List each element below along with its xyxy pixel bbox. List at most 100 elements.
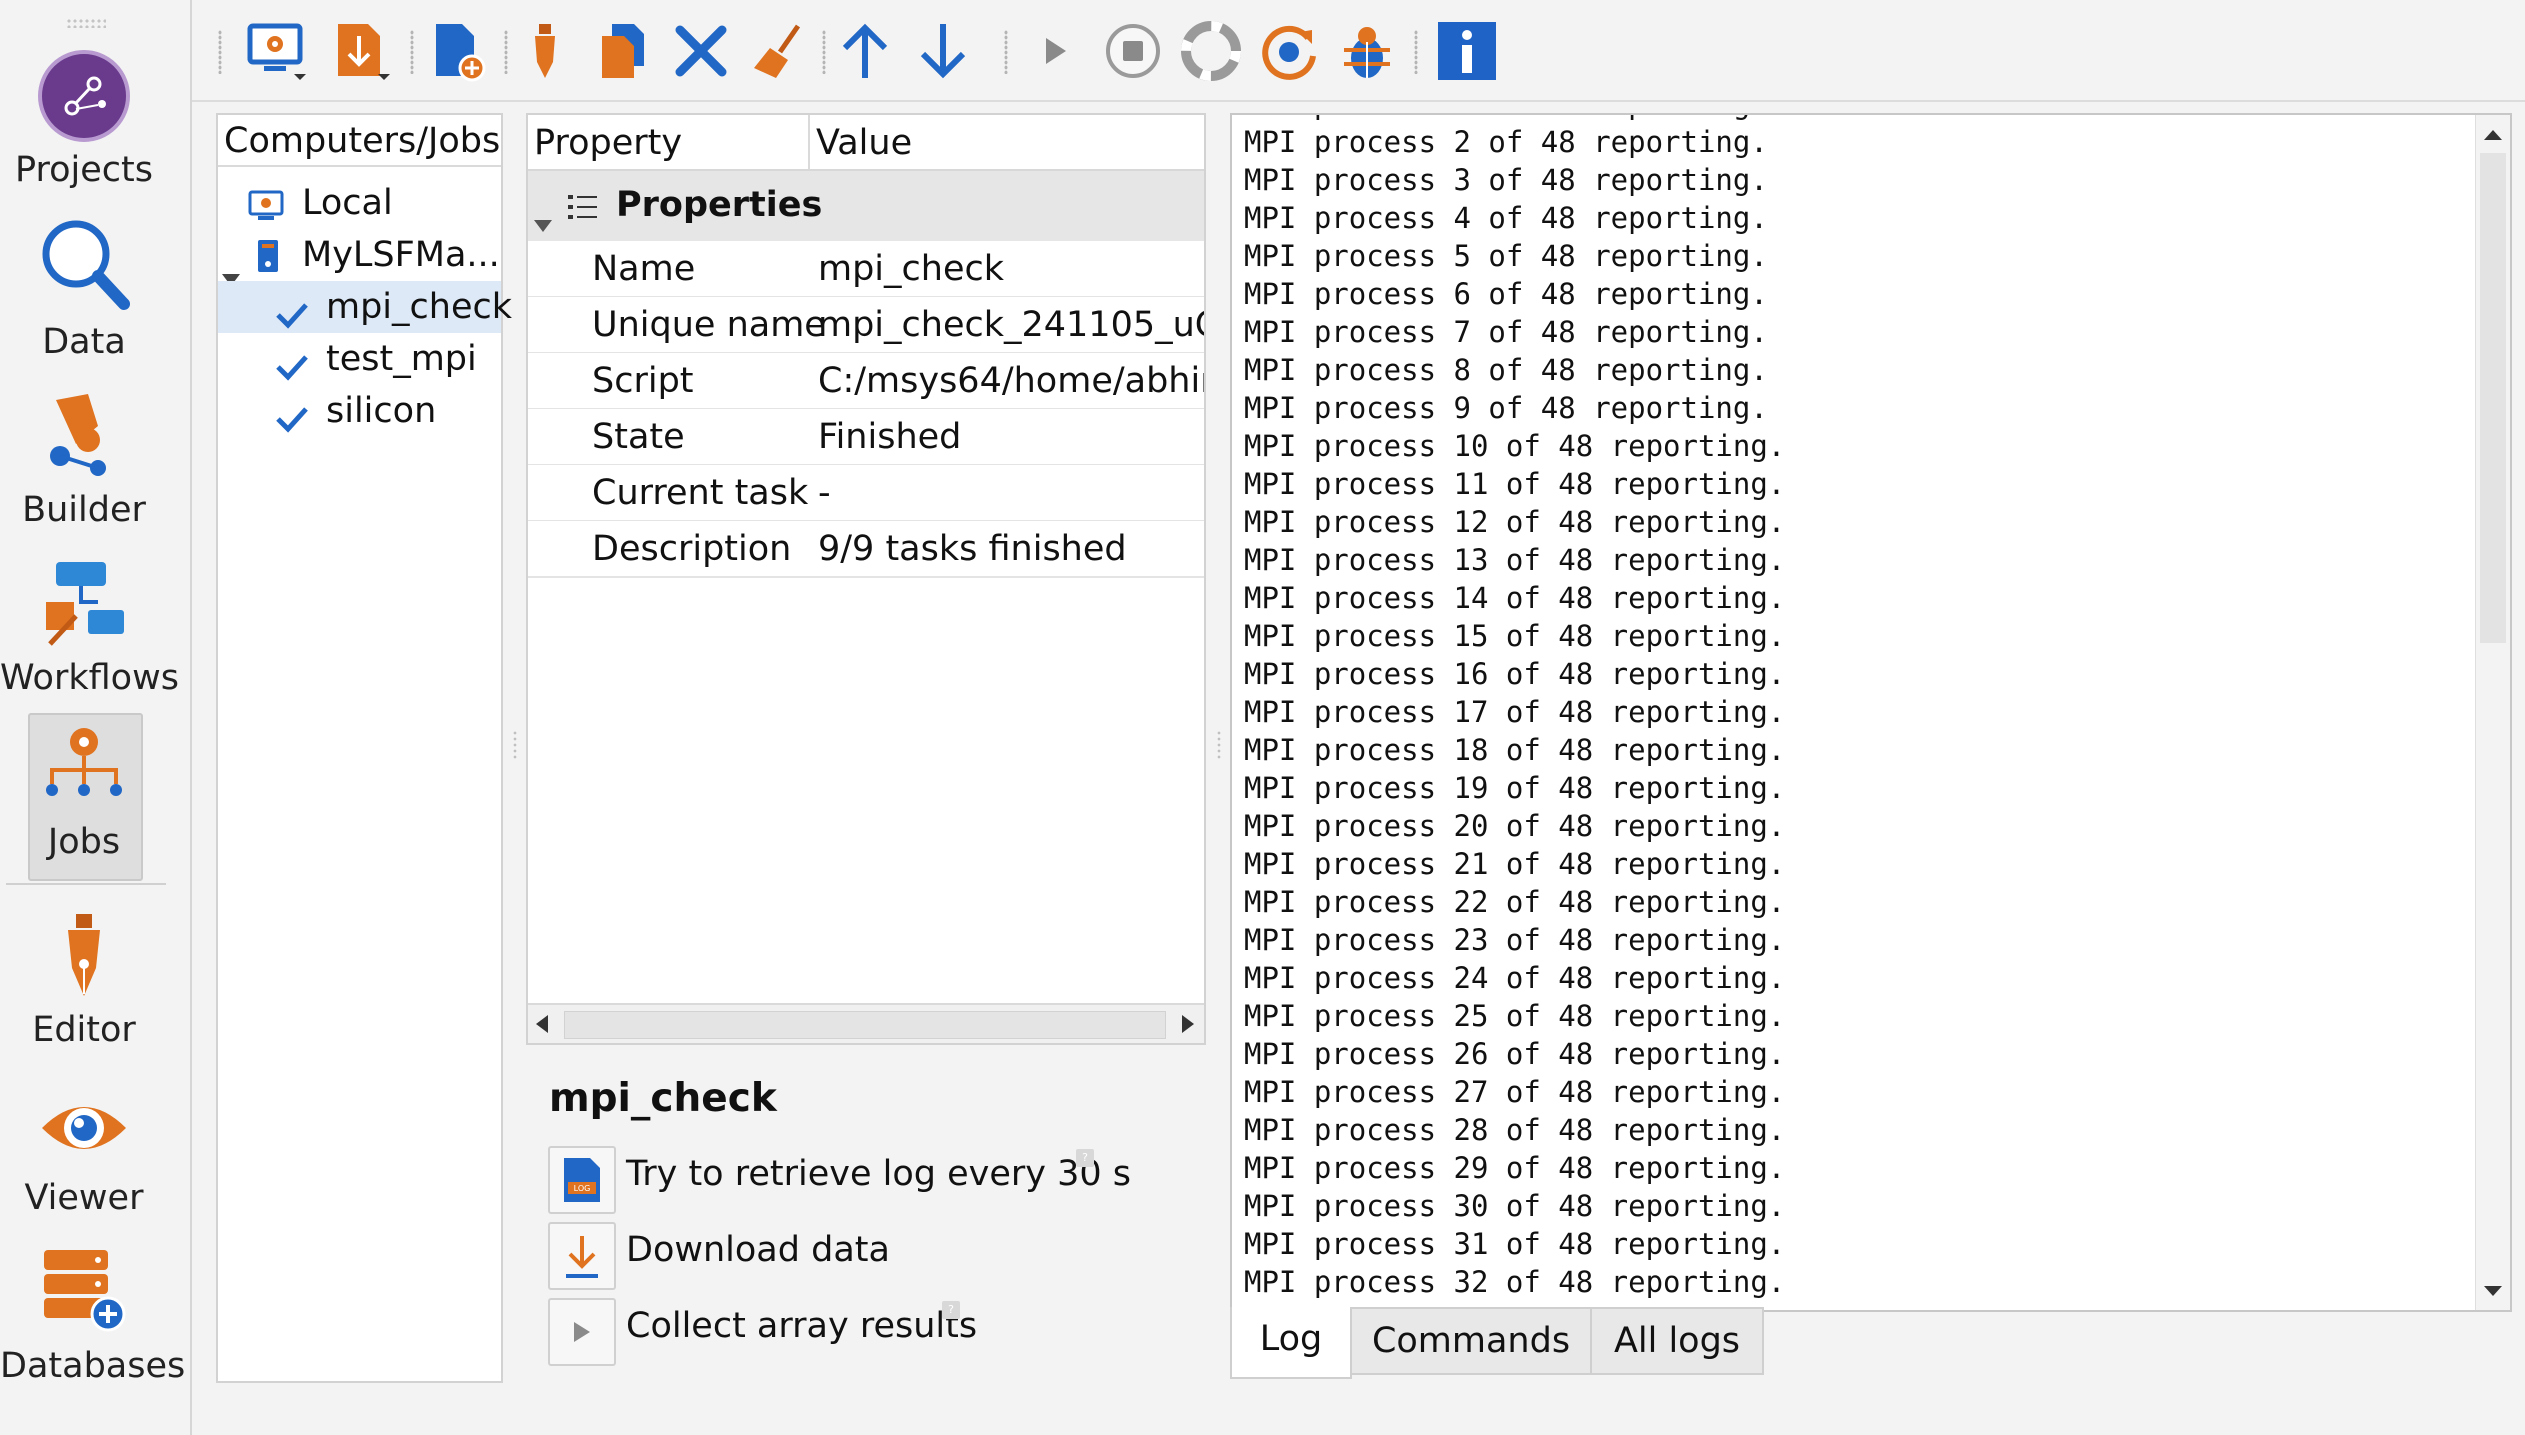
nav-databases[interactable]: Databases [0,1236,190,1396]
log-line: MPI process 10 of 48 reporting. [1244,429,1786,463]
nav-data[interactable]: Data [0,212,190,372]
nav-jobs[interactable]: Jobs [0,716,190,876]
property-grid-header: Property Value [528,115,1204,171]
log-text: MPI process 1 of 48 reporting. MPI proces… [1244,115,2464,1301]
log-line: MPI process 22 of 48 reporting. [1244,885,1786,919]
scroll-down-icon[interactable] [2484,1283,2502,1297]
new-job-icon[interactable] [424,18,490,84]
nav-builder[interactable]: Builder [0,380,190,540]
tab-commands[interactable]: Commands [1350,1307,1592,1375]
expand-triangle-icon[interactable] [222,249,240,286]
vertical-scrollbar[interactable] [2475,115,2510,1310]
tab-all-logs[interactable]: All logs [1590,1307,1764,1375]
property-row-state[interactable]: State Finished [528,409,1204,466]
log-line: MPI process 31 of 48 reporting. [1244,1227,1786,1261]
property-key: Description [592,529,792,569]
refresh-icon[interactable] [1256,18,1322,84]
help-icon[interactable]: ? [1076,1149,1094,1167]
server-icon [254,237,282,273]
log-line: MPI process 9 of 48 reporting. [1244,391,1768,425]
computers-jobs-tree: Computers/Jobs Local MyLSFMa... mpi_chec… [216,113,512,1383]
nav-label-data: Data [42,322,126,362]
copy-icon[interactable] [590,18,656,84]
scroll-right-icon[interactable] [1180,1015,1194,1033]
scrollbar-thumb[interactable] [2480,153,2506,643]
retrieve-log-button[interactable]: LOG [548,1146,616,1214]
property-group-label: Properties [616,185,823,225]
collect-array-results-button[interactable] [548,1298,616,1366]
splitter-grip[interactable] [512,730,518,760]
tree-label-job: silicon [326,391,437,431]
download-data-label: Download data [626,1230,890,1270]
splitter-grip[interactable] [1216,730,1222,760]
tree-label-job: mpi_check [326,287,513,327]
move-up-icon[interactable] [832,18,898,84]
collapse-triangle-icon[interactable] [534,201,552,232]
property-value: 9/9 tasks finished [818,529,1127,569]
log-line: MPI process 15 of 48 reporting. [1244,619,1786,653]
property-row-name[interactable]: Name mpi_check [528,241,1204,298]
lifebuoy-icon[interactable] [1178,18,1244,84]
scroll-left-icon[interactable] [536,1015,550,1033]
tree-label-remote: MyLSFMa... [302,235,500,275]
property-value: Finished [818,417,962,457]
tree-item-job-silicon[interactable]: silicon [218,385,501,437]
download-icon [562,1232,602,1280]
toolbar-grip [218,30,222,74]
log-line: MPI process 13 of 48 reporting. [1244,543,1786,577]
tab-log[interactable]: Log [1230,1307,1352,1379]
property-key: Unique name [592,305,826,345]
check-icon [274,293,310,329]
delete-icon[interactable] [668,18,734,84]
nav-workflows[interactable]: Workflows [0,548,190,708]
job-title: mpi_check [549,1076,777,1121]
property-row-description[interactable]: Description 9/9 tasks finished [528,521,1204,578]
nav-label-builder: Builder [22,490,146,530]
log-line: MPI process 23 of 48 reporting. [1244,923,1786,957]
nav-label-databases: Databases [0,1346,186,1386]
nav-projects[interactable]: Projects [0,40,190,200]
move-down-icon[interactable] [910,18,976,84]
scroll-up-icon[interactable] [2484,127,2502,141]
property-group-properties[interactable]: Properties [528,171,1204,241]
property-value: C:/msys64/home/abhina [818,361,1206,401]
debug-icon[interactable] [1334,18,1400,84]
svg-text:LOG: LOG [574,1184,591,1193]
toolbar [192,0,2525,102]
nav-viewer[interactable]: Viewer [0,1068,190,1228]
tree-item-local[interactable]: Local [218,177,501,229]
tree-item-job-test-mpi[interactable]: test_mpi [218,333,501,385]
info-icon[interactable] [1434,18,1500,84]
nav-editor[interactable]: Editor [0,900,190,1060]
column-divider[interactable] [808,115,810,169]
nav-label-workflows: Workflows [0,658,179,698]
scrollbar-thumb[interactable] [564,1011,1166,1039]
horizontal-scrollbar[interactable] [528,1003,1204,1043]
property-row-current-task[interactable]: Current task - [528,465,1204,522]
stop-icon[interactable] [1100,18,1166,84]
column-header-value[interactable]: Value [816,123,912,163]
download-data-button[interactable] [548,1222,616,1290]
property-row-unique-name[interactable]: Unique name mpi_check_241105_uCkr [528,297,1204,354]
projects-icon [36,48,132,144]
help-icon[interactable]: ? [942,1301,960,1319]
download-icon[interactable] [328,18,394,84]
tree-item-remote[interactable]: MyLSFMa... [218,229,501,286]
left-nav: Projects Data Builder Workflows Jobs Edi… [0,0,192,1435]
column-header-property[interactable]: Property [534,123,682,163]
tree-header: Computers/Jobs [218,115,501,167]
run-icon[interactable] [1022,18,1088,84]
computer-settings-icon[interactable] [244,18,310,84]
clean-icon[interactable] [746,18,812,84]
log-line: MPI process 29 of 48 reporting. [1244,1151,1786,1185]
nav-divider [6,883,166,885]
log-line: MPI process 5 of 48 reporting. [1244,239,1768,273]
log-line: MPI process 32 of 48 reporting. [1244,1265,1786,1299]
property-row-script[interactable]: Script C:/msys64/home/abhina [528,353,1204,410]
edit-icon[interactable] [512,18,578,84]
log-output[interactable]: MPI process 1 of 48 reporting. MPI proces… [1230,113,2512,1312]
log-line: MPI process 3 of 48 reporting. [1244,163,1768,197]
log-line: MPI process 6 of 48 reporting. [1244,277,1768,311]
tree-item-job-mpi-check[interactable]: mpi_check [218,281,512,333]
log-line: MPI process 27 of 48 reporting. [1244,1075,1786,1109]
